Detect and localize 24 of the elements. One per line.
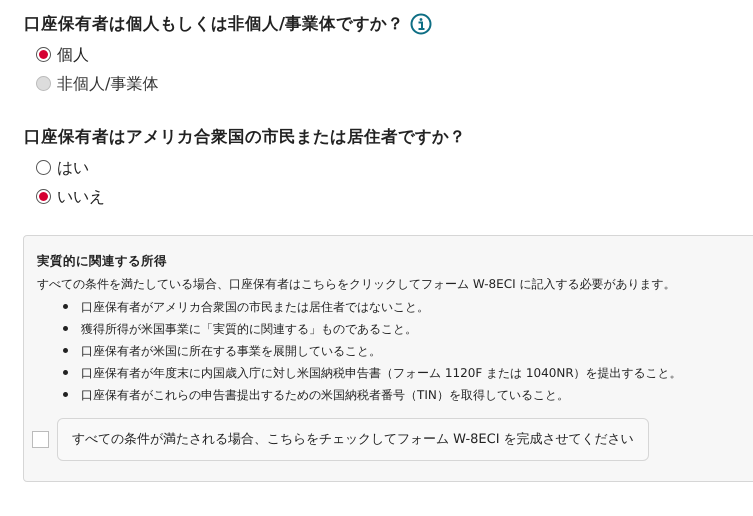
- radio-label: 個人: [57, 44, 89, 66]
- condition-text: 口座保有者がアメリカ合衆国の市民または居住者ではないこと。: [81, 298, 429, 316]
- question-title: 口座保有者はアメリカ合衆国の市民または居住者ですか？: [24, 126, 466, 148]
- condition-text: 口座保有者がこれらの申告書提出するための米国納税者番号（TIN）を取得していること。: [81, 386, 569, 404]
- condition-text: 口座保有者が年度末に内国歳入庁に対し米国納税申告書（フォーム 1120F または 1040NR）を提出すること。: [81, 364, 682, 382]
- radio-label: いいえ: [57, 186, 105, 208]
- radio-label: 非個人/事業体: [57, 72, 158, 94]
- bullet-icon: [63, 348, 68, 354]
- bullet-icon: [63, 326, 68, 332]
- bullet-icon: [63, 304, 68, 310]
- condition-text: 獲得所得が米国事業に「実質的に関連する」ものであること。: [81, 320, 417, 338]
- bullet-icon: [63, 392, 68, 398]
- checkbox[interactable]: [32, 430, 49, 448]
- radio-button[interactable]: [36, 189, 51, 204]
- checkbox-label-button[interactable]: すべての条件が満たされる場合、こちらをチェックしてフォーム W-8ECI を完成させてください: [57, 418, 649, 461]
- question-title: 口座保有者は個人もしくは非個人/事業体ですか？: [24, 12, 404, 35]
- panel-intro: すべての条件を満たしている場合、口座保有者はこちらをクリックしてフォーム W-8ECI に記入する必要があります。: [37, 276, 676, 293]
- condition-text: 口座保有者が米国に所在する事業を展開していること。: [81, 342, 381, 360]
- bullet-icon: [63, 370, 68, 376]
- radio-label: はい: [57, 156, 89, 178]
- radio-button[interactable]: [36, 160, 51, 175]
- panel-title: 実質的に関連する所得: [37, 252, 168, 270]
- radio-button[interactable]: [36, 47, 51, 62]
- info-icon[interactable]: [410, 13, 432, 35]
